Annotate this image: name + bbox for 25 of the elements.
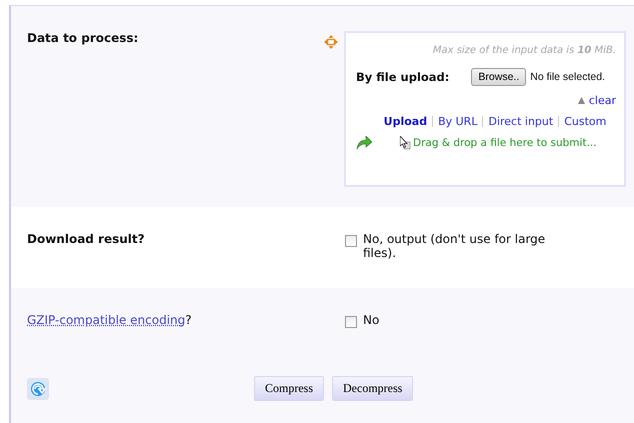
- refresh-icon[interactable]: [27, 378, 49, 400]
- option-label: No: [363, 313, 380, 327]
- move-icon[interactable]: [324, 35, 338, 49]
- action-button[interactable]: Decompress: [332, 376, 414, 401]
- input-tab[interactable]: Upload: [384, 115, 428, 128]
- checkbox[interactable]: [345, 235, 357, 247]
- help-link[interactable]: GZIP-compatible encoding: [27, 313, 186, 327]
- triangle-icon: [578, 97, 585, 104]
- question-mark: ?: [185, 313, 192, 327]
- input-tab[interactable]: Direct input: [488, 115, 554, 128]
- checkbox[interactable]: [345, 316, 357, 328]
- cursor-icon: [400, 136, 411, 150]
- input-tab[interactable]: Custom: [564, 115, 606, 128]
- arrow-icon[interactable]: [356, 136, 372, 150]
- field-label: Data to process:: [27, 31, 138, 45]
- field-label: Download result?: [27, 232, 145, 246]
- upload-label: By file upload:: [356, 70, 450, 84]
- clear-link[interactable]: clear: [588, 94, 616, 107]
- option-label: No, output (don't use for large files).: [363, 232, 546, 260]
- file-status: No file selected.: [530, 71, 605, 83]
- browse-button[interactable]: Browse..: [471, 68, 526, 86]
- size-note: Max size of the input data is 10 MiB.: [432, 45, 616, 56]
- input-tab[interactable]: By URL: [438, 115, 478, 128]
- drop-hint: Drag & drop a file here to submit...: [413, 137, 597, 149]
- action-button[interactable]: Compress: [254, 376, 324, 401]
